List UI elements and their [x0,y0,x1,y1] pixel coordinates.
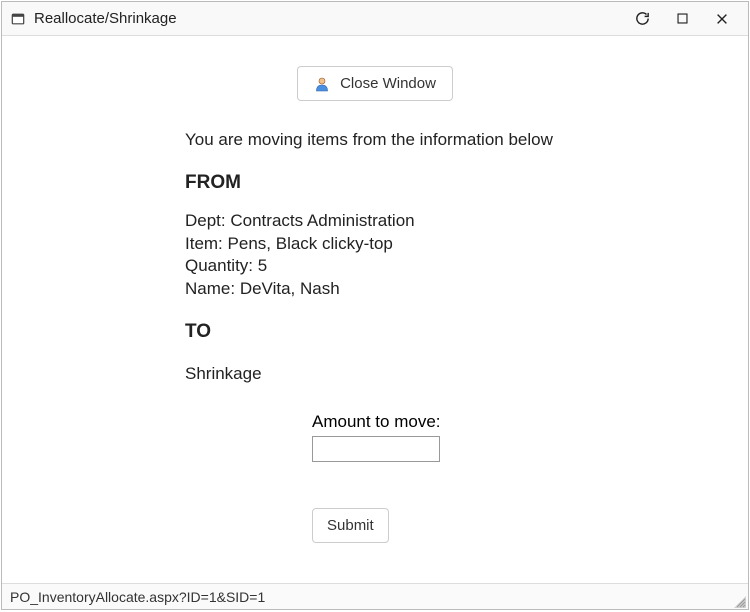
from-dept-value: Contracts Administration [230,211,414,230]
close-window-label: Close Window [340,75,436,92]
from-quantity-label: Quantity: [185,256,253,275]
amount-input[interactable] [312,436,440,462]
intro-text: You are moving items from the informatio… [185,129,748,152]
to-section: TO [185,319,748,345]
from-item-label: Item: [185,234,223,253]
from-name-label: Name: [185,279,235,298]
from-section: FROM Dept: Contracts Administration Item… [185,170,748,301]
from-item-value: Pens, Black clicky-top [228,234,393,253]
submit-button[interactable]: Submit [312,508,389,543]
statusbar-path: PO_InventoryAllocate.aspx?ID=1&SID=1 [10,589,265,605]
to-heading: TO [185,319,748,345]
from-dept: Dept: Contracts Administration [185,210,748,233]
window-title: Reallocate/Shrinkage [34,10,622,27]
close-button[interactable] [702,2,742,35]
from-quantity: Quantity: 5 [185,255,748,278]
amount-label: Amount to move: [312,412,748,432]
close-window-button[interactable]: Close Window [297,66,453,101]
amount-row: Amount to move: [312,412,748,462]
from-item: Item: Pens, Black clicky-top [185,233,748,256]
maximize-button[interactable] [662,2,702,35]
statusbar: PO_InventoryAllocate.aspx?ID=1&SID=1 [2,583,748,609]
resize-grip[interactable] [734,595,746,607]
from-name-value: DeVita, Nash [240,279,340,298]
from-dept-label: Dept: [185,211,226,230]
window-frame: Reallocate/Shrinkage Close Window You [1,1,749,610]
from-quantity-value: 5 [258,256,267,275]
from-heading: FROM [185,170,748,196]
titlebar: Reallocate/Shrinkage [2,2,748,36]
person-icon [314,76,330,92]
from-name: Name: DeVita, Nash [185,278,748,301]
to-target: Shrinkage [185,363,748,386]
content-area: Close Window You are moving items from t… [2,36,748,583]
refresh-button[interactable] [622,2,662,35]
window-app-icon [10,11,26,27]
